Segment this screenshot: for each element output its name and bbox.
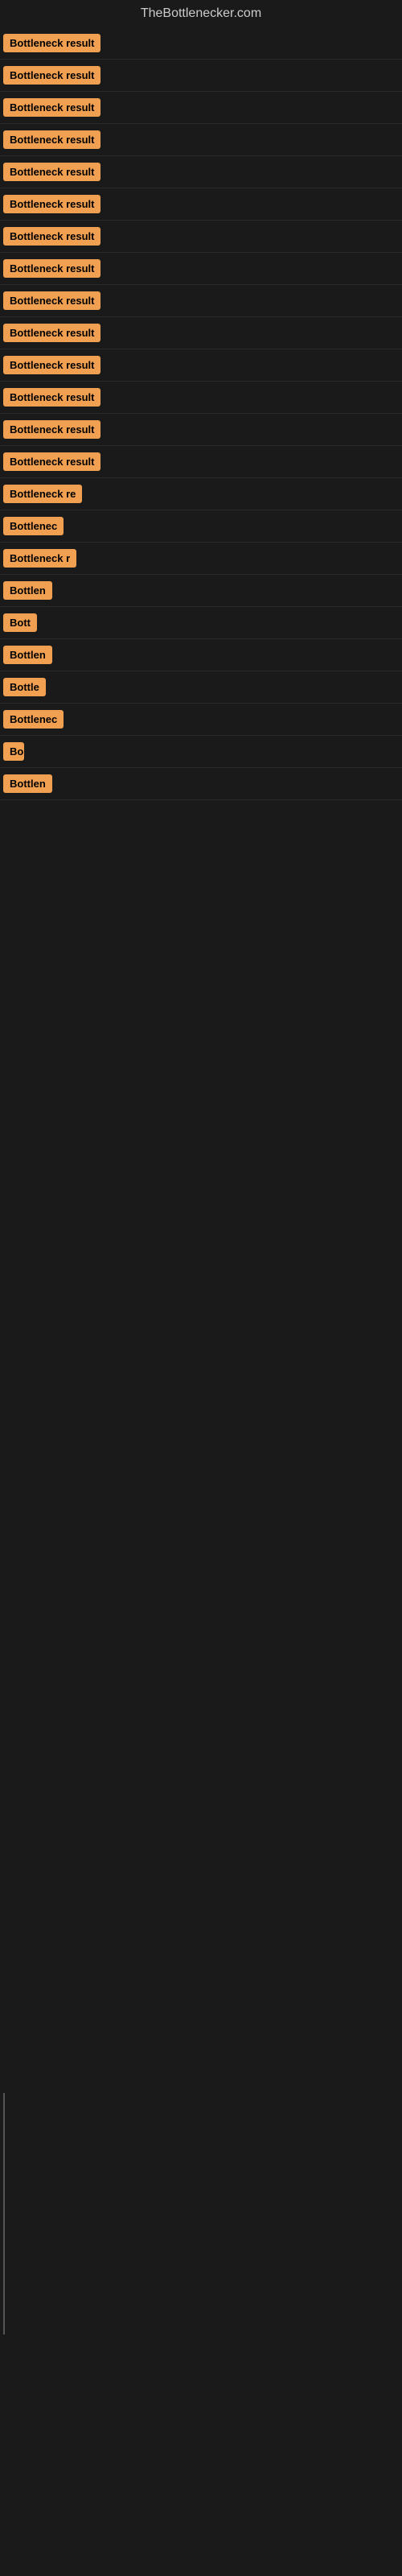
bottleneck-result-badge: Bottlen (3, 646, 52, 664)
bottleneck-result-badge: Bottleneck result (3, 195, 100, 213)
site-title: TheBottlenecker.com (0, 0, 402, 27)
bottleneck-result-badge: Bottleneck result (3, 356, 100, 374)
bottleneck-result-badge: Bottleneck result (3, 98, 100, 117)
bottleneck-result-badge: Bottleneck result (3, 34, 100, 52)
list-item[interactable]: Bo (0, 736, 402, 768)
list-item[interactable]: Bottleneck result (0, 285, 402, 317)
list-item[interactable]: Bottlenec (0, 704, 402, 736)
rows-container: Bottleneck result Bottleneck result Bottle… (0, 27, 402, 800)
bottleneck-result-badge: Bottleneck result (3, 452, 100, 471)
bottleneck-result-badge: Bottleneck result (3, 66, 100, 85)
list-item[interactable]: Bottleneck result (0, 60, 402, 92)
list-item[interactable]: Bottlen (0, 768, 402, 800)
list-item[interactable]: Bottleneck re (0, 478, 402, 510)
list-item[interactable]: Bott (0, 607, 402, 639)
list-item[interactable]: Bottlen (0, 639, 402, 671)
list-item[interactable]: Bottleneck result (0, 188, 402, 221)
list-item[interactable]: Bottleneck result (0, 317, 402, 349)
bottleneck-result-badge: Bottlen (3, 581, 52, 600)
list-item[interactable]: Bottle (0, 671, 402, 704)
bottleneck-result-badge: Bottleneck result (3, 163, 100, 181)
list-item[interactable]: Bottleneck result (0, 124, 402, 156)
bottleneck-result-badge: Bottleneck r (3, 549, 76, 568)
bottleneck-result-badge: Bottleneck result (3, 130, 100, 149)
vertical-line (3, 2093, 5, 2334)
list-item[interactable]: Bottleneck result (0, 27, 402, 60)
list-item[interactable]: Bottleneck result (0, 92, 402, 124)
bottleneck-result-badge: Bottlenec (3, 710, 64, 729)
list-item[interactable]: Bottleneck result (0, 349, 402, 382)
bottleneck-result-badge: Bottleneck result (3, 259, 100, 278)
bottleneck-result-badge: Bottleneck re (3, 485, 82, 503)
list-item[interactable]: Bottleneck result (0, 156, 402, 188)
list-item[interactable]: Bottlenec (0, 510, 402, 543)
bottleneck-result-badge: Bott (3, 613, 37, 632)
bottleneck-result-badge: Bottleneck result (3, 420, 100, 439)
list-item[interactable]: Bottleneck result (0, 414, 402, 446)
bottleneck-result-badge: Bottleneck result (3, 324, 100, 342)
list-item[interactable]: Bottleneck result (0, 382, 402, 414)
bottleneck-result-badge: Bottleneck result (3, 291, 100, 310)
bottleneck-result-badge: Bottlenec (3, 517, 64, 535)
list-item[interactable]: Bottlen (0, 575, 402, 607)
list-item[interactable]: Bottleneck result (0, 253, 402, 285)
bottleneck-result-badge: Bottleneck result (3, 227, 100, 246)
list-item[interactable]: Bottleneck result (0, 446, 402, 478)
bottleneck-result-badge: Bo (3, 742, 24, 761)
bottleneck-result-badge: Bottle (3, 678, 46, 696)
list-item[interactable]: Bottleneck result (0, 221, 402, 253)
bottleneck-result-badge: Bottleneck result (3, 388, 100, 407)
bottleneck-result-badge: Bottlen (3, 774, 52, 793)
list-item[interactable]: Bottleneck r (0, 543, 402, 575)
